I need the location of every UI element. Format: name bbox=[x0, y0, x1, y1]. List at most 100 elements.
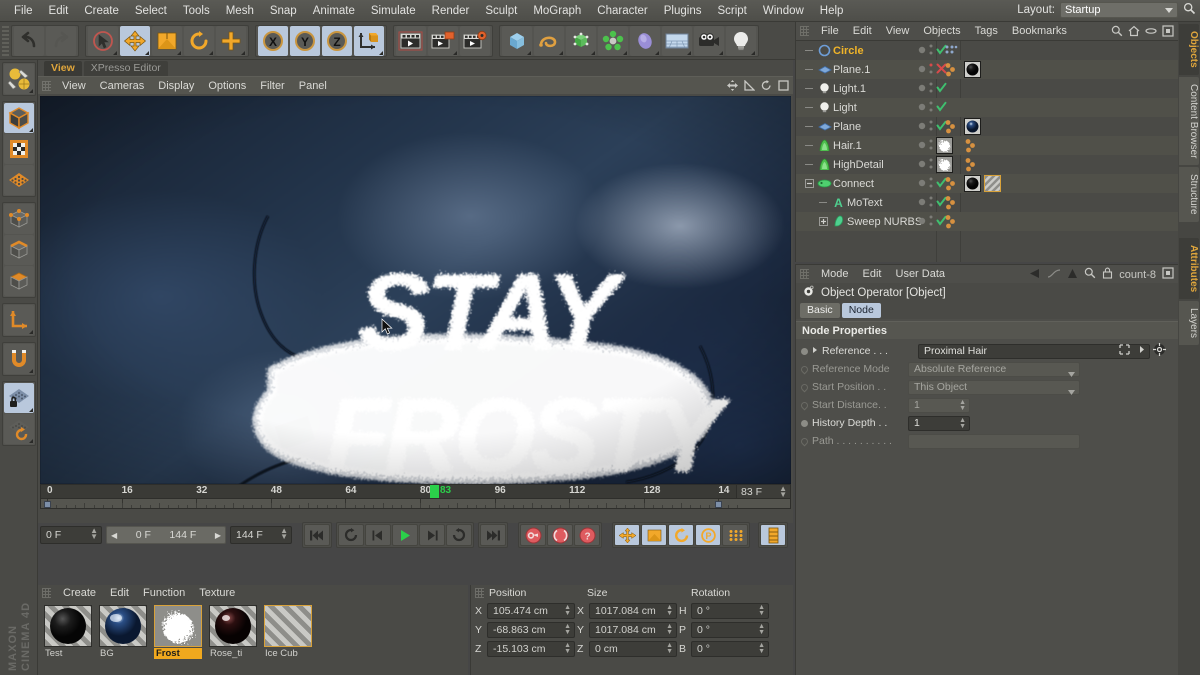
timeline-ticks[interactable] bbox=[40, 498, 791, 509]
key-scale-icon[interactable] bbox=[641, 524, 667, 546]
object-material-tags[interactable] bbox=[936, 156, 953, 173]
camera-icon[interactable] bbox=[694, 25, 724, 56]
editor-visibility-dot[interactable] bbox=[918, 121, 926, 133]
rotate-icon[interactable] bbox=[184, 25, 214, 56]
material-menu-grip[interactable] bbox=[42, 588, 51, 598]
maximize-view-icon[interactable] bbox=[778, 80, 789, 94]
home-icon[interactable] bbox=[1128, 25, 1140, 40]
visibility-dots[interactable] bbox=[918, 195, 947, 211]
property-field-link[interactable]: Proximal Hair bbox=[918, 343, 1150, 359]
viewport-menu-panel[interactable]: Panel bbox=[292, 80, 334, 92]
object-material-tags[interactable] bbox=[964, 118, 981, 135]
eye-icon[interactable] bbox=[1145, 25, 1157, 40]
timeline-ruler[interactable]: 0 16 32 48 64 80 96 112 128 14 83 bbox=[40, 484, 791, 499]
object-tree[interactable]: Circle Plane.1 Light.1 Light Plane Hair.1 High… bbox=[796, 40, 1179, 262]
coordinates-grip[interactable] bbox=[475, 588, 484, 598]
object-tags[interactable] bbox=[944, 62, 960, 78]
menu-item-mograph[interactable]: MoGraph bbox=[525, 3, 589, 19]
dock-tab-layers[interactable]: Layers bbox=[1179, 300, 1199, 345]
go-to-end-icon[interactable] bbox=[480, 524, 506, 546]
object-tags[interactable] bbox=[964, 138, 980, 154]
viewport-menu-display[interactable]: Display bbox=[151, 80, 201, 92]
edges-mode-icon[interactable] bbox=[3, 235, 34, 265]
material-menu-function[interactable]: Function bbox=[136, 587, 192, 599]
scene-floor-icon[interactable] bbox=[662, 25, 692, 56]
menu-item-sculpt[interactable]: Sculpt bbox=[477, 3, 525, 19]
box-icon[interactable] bbox=[1162, 25, 1174, 40]
menu-item-snap[interactable]: Snap bbox=[262, 3, 305, 19]
viewport-menu-options[interactable]: Options bbox=[201, 80, 253, 92]
viewport-menu-cameras[interactable]: Cameras bbox=[93, 80, 152, 92]
material-tag[interactable] bbox=[984, 175, 1001, 192]
autokey-icon[interactable] bbox=[547, 524, 573, 546]
material-tag[interactable] bbox=[964, 61, 981, 78]
search-icon[interactable] bbox=[1111, 25, 1123, 40]
property-animate-dot[interactable] bbox=[801, 347, 808, 355]
menu-item-script[interactable]: Script bbox=[709, 3, 754, 19]
menu-item-select[interactable]: Select bbox=[127, 3, 175, 19]
menu-item-simulate[interactable]: Simulate bbox=[363, 3, 424, 19]
lock-icon[interactable] bbox=[1102, 267, 1113, 282]
editor-visibility-dot[interactable] bbox=[918, 64, 926, 76]
step-forward-icon[interactable] bbox=[419, 524, 445, 546]
object-menu-file[interactable]: File bbox=[814, 25, 846, 37]
render-visibility-dots[interactable] bbox=[929, 62, 933, 78]
dock-tab-content-browser[interactable]: Content Browser bbox=[1179, 76, 1199, 166]
dock-tab-attributes[interactable]: Attributes bbox=[1179, 237, 1199, 299]
editor-visibility-dot[interactable] bbox=[918, 102, 926, 114]
target-icon[interactable] bbox=[1153, 343, 1166, 359]
scale-view-icon[interactable] bbox=[744, 79, 756, 94]
spinner-icon[interactable]: ▲ ▼ bbox=[90, 527, 98, 541]
world-coordinates-icon[interactable] bbox=[354, 25, 384, 56]
render-visibility-dots[interactable] bbox=[929, 214, 933, 230]
material-bg[interactable]: BG bbox=[99, 605, 147, 659]
spinner-icon[interactable]: ▲ ▼ bbox=[666, 604, 673, 617]
attributes-menu-mode[interactable]: Mode bbox=[814, 268, 856, 280]
timeline-toggle-icon[interactable] bbox=[760, 524, 786, 546]
coord-position-field[interactable]: 105.474 cm ▲ ▼ bbox=[487, 602, 575, 619]
object-material-tags[interactable] bbox=[964, 61, 981, 78]
render-visibility-dots[interactable] bbox=[929, 176, 933, 192]
visibility-dots[interactable] bbox=[918, 214, 947, 230]
render-visibility-dots[interactable] bbox=[929, 119, 933, 135]
material-menu-edit[interactable]: Edit bbox=[103, 587, 136, 599]
object-material-tags[interactable] bbox=[936, 137, 953, 154]
coord-position-field[interactable]: -15.103 cm ▲ ▼ bbox=[487, 640, 575, 657]
curve-icon[interactable] bbox=[1047, 268, 1061, 282]
current-frame-field[interactable]: 83 F ▲ ▼ bbox=[736, 484, 791, 499]
chevron-right-icon[interactable] bbox=[812, 345, 818, 357]
viewport-3d[interactable]: STAY FROSTY STAY FROSTY bbox=[40, 96, 791, 484]
render-visibility-dots[interactable] bbox=[929, 100, 933, 116]
render-visibility-dots[interactable] bbox=[929, 138, 933, 154]
spinner-icon[interactable]: ▲ ▼ bbox=[959, 399, 966, 412]
spinner-icon[interactable]: ▲ ▼ bbox=[758, 604, 765, 617]
render-settings-icon[interactable] bbox=[460, 25, 490, 56]
spinner-icon[interactable]: ▲ ▼ bbox=[564, 604, 571, 617]
menu-item-file[interactable]: File bbox=[6, 3, 41, 19]
object-tags[interactable] bbox=[964, 157, 980, 173]
undo-icon[interactable] bbox=[14, 25, 44, 56]
light-icon[interactable] bbox=[726, 25, 756, 56]
menu-item-window[interactable]: Window bbox=[755, 3, 812, 19]
polygons-mode-icon[interactable] bbox=[3, 266, 34, 296]
property-disabled-dot[interactable] bbox=[799, 382, 810, 392]
check-icon[interactable] bbox=[936, 101, 947, 115]
render-visibility-dots[interactable] bbox=[929, 43, 933, 59]
spinner-icon[interactable]: ▲ ▼ bbox=[666, 642, 673, 655]
render-visibility-dots[interactable] bbox=[929, 81, 933, 97]
menu-item-render[interactable]: Render bbox=[424, 3, 478, 19]
render-picture-viewer-icon[interactable] bbox=[428, 25, 458, 56]
spinner-icon[interactable]: ▲ ▼ bbox=[758, 623, 765, 636]
rotate-view-icon[interactable] bbox=[761, 80, 772, 94]
viewport-tab-view[interactable]: View bbox=[44, 61, 82, 76]
object-row-motext[interactable]: A MoText bbox=[796, 193, 1179, 212]
viewport-menu-filter[interactable]: Filter bbox=[253, 80, 291, 92]
material-rose-ti[interactable]: Rose_ti bbox=[209, 605, 257, 659]
viewport-menu-grip[interactable] bbox=[42, 80, 51, 91]
spinner-icon[interactable]: ▲ ▼ bbox=[779, 485, 787, 499]
object-row-plane[interactable]: Plane bbox=[796, 117, 1179, 136]
move-view-icon[interactable] bbox=[727, 80, 738, 94]
editor-visibility-dot[interactable] bbox=[918, 140, 926, 152]
record-key-icon[interactable] bbox=[520, 524, 546, 546]
back-arrow-icon[interactable] bbox=[1029, 268, 1041, 282]
